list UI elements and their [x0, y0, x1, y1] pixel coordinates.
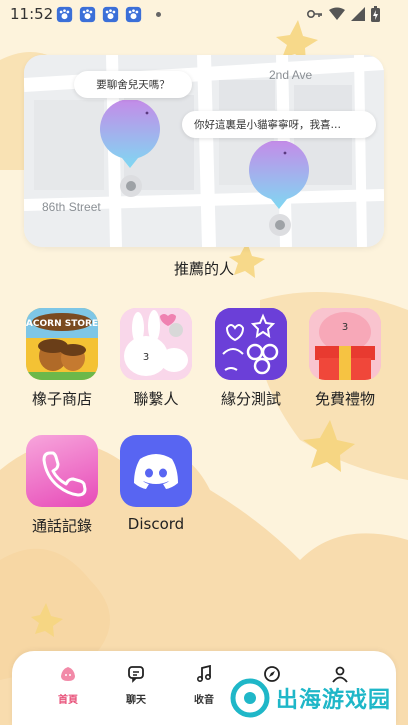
app-call-log[interactable]: 通話記錄: [19, 435, 105, 536]
acorn-store-icon: ACORN STORE: [26, 308, 98, 380]
watermark-text: 出海游戏园: [276, 688, 392, 713]
nav-item-radio[interactable]: 收音: [184, 664, 224, 706]
app-free-gift[interactable]: 3 免費禮物: [302, 308, 388, 409]
app-discord[interactable]: Discord: [113, 435, 199, 533]
svg-text:3: 3: [342, 322, 348, 333]
svg-text:ACORN STORE: ACORN STORE: [26, 319, 98, 329]
location-dot: [269, 214, 291, 236]
signal-icon: [351, 7, 365, 21]
contacts-bunny-icon: 3: [120, 308, 192, 380]
notification-dot: [156, 12, 161, 17]
nav-item-chat[interactable]: 聊天: [116, 665, 156, 706]
watermark-logo-icon: [230, 678, 270, 718]
nav-label: 首頁: [58, 695, 78, 706]
phone-icon: [26, 435, 98, 507]
free-gift-icon: 3: [309, 308, 381, 380]
app-label: 緣分測試: [220, 390, 281, 408]
user-pin-icon[interactable]: [247, 141, 311, 211]
chat-icon: [128, 666, 144, 683]
home-icon: [61, 667, 75, 681]
status-time: 11:52: [10, 5, 54, 23]
app-label: Discord: [127, 515, 185, 533]
svg-text:3: 3: [143, 352, 149, 363]
wifi-icon: [329, 7, 345, 20]
status-app-icons: [56, 6, 161, 23]
paw-icon: [79, 6, 96, 23]
street-label-2nd-ave: 2nd Ave: [269, 68, 313, 82]
battery-charging-icon: [371, 6, 380, 22]
nav-label: 聊天: [126, 695, 146, 706]
app-label: 聯繫人: [133, 390, 179, 408]
app-label: 免費禮物: [314, 390, 375, 408]
app-label: 橡子商店: [31, 390, 92, 408]
paw-icon: [102, 6, 119, 23]
status-indicators: [307, 6, 380, 22]
status-bar: 11:52: [0, 0, 408, 30]
app-acorn-store[interactable]: ACORN STORE 橡子商店: [19, 308, 105, 409]
location-dot: [120, 175, 142, 197]
discord-icon: [120, 435, 192, 507]
chat-bubble[interactable]: 你好這裏是小貓寧寧呀，我喜…: [182, 111, 376, 138]
watermark: 出海游戏园: [230, 676, 391, 720]
nav-item-home[interactable]: 首頁: [48, 665, 88, 706]
recommended-people-map[interactable]: 2nd Ave 86th Street 要聊舍兒天嗎？ 你好這裏是小貓寧寧呀，我…: [24, 55, 384, 247]
music-note-icon: [196, 664, 212, 683]
section-title-recommended: 推薦的人: [173, 260, 234, 278]
fate-test-icon: [215, 308, 287, 380]
paw-icon: [56, 6, 73, 23]
app-fate-test[interactable]: 緣分測試: [208, 308, 294, 409]
paw-icon: [125, 6, 142, 23]
chat-bubble[interactable]: 要聊舍兒天嗎？: [74, 71, 192, 98]
nav-label: 收音: [194, 695, 214, 706]
street-label-86th: 86th Street: [42, 200, 101, 214]
app-contacts[interactable]: 3 聯繫人: [113, 308, 199, 409]
app-label: 通話記錄: [31, 517, 92, 535]
key-icon: [307, 10, 322, 18]
user-pin-icon[interactable]: [98, 100, 162, 170]
